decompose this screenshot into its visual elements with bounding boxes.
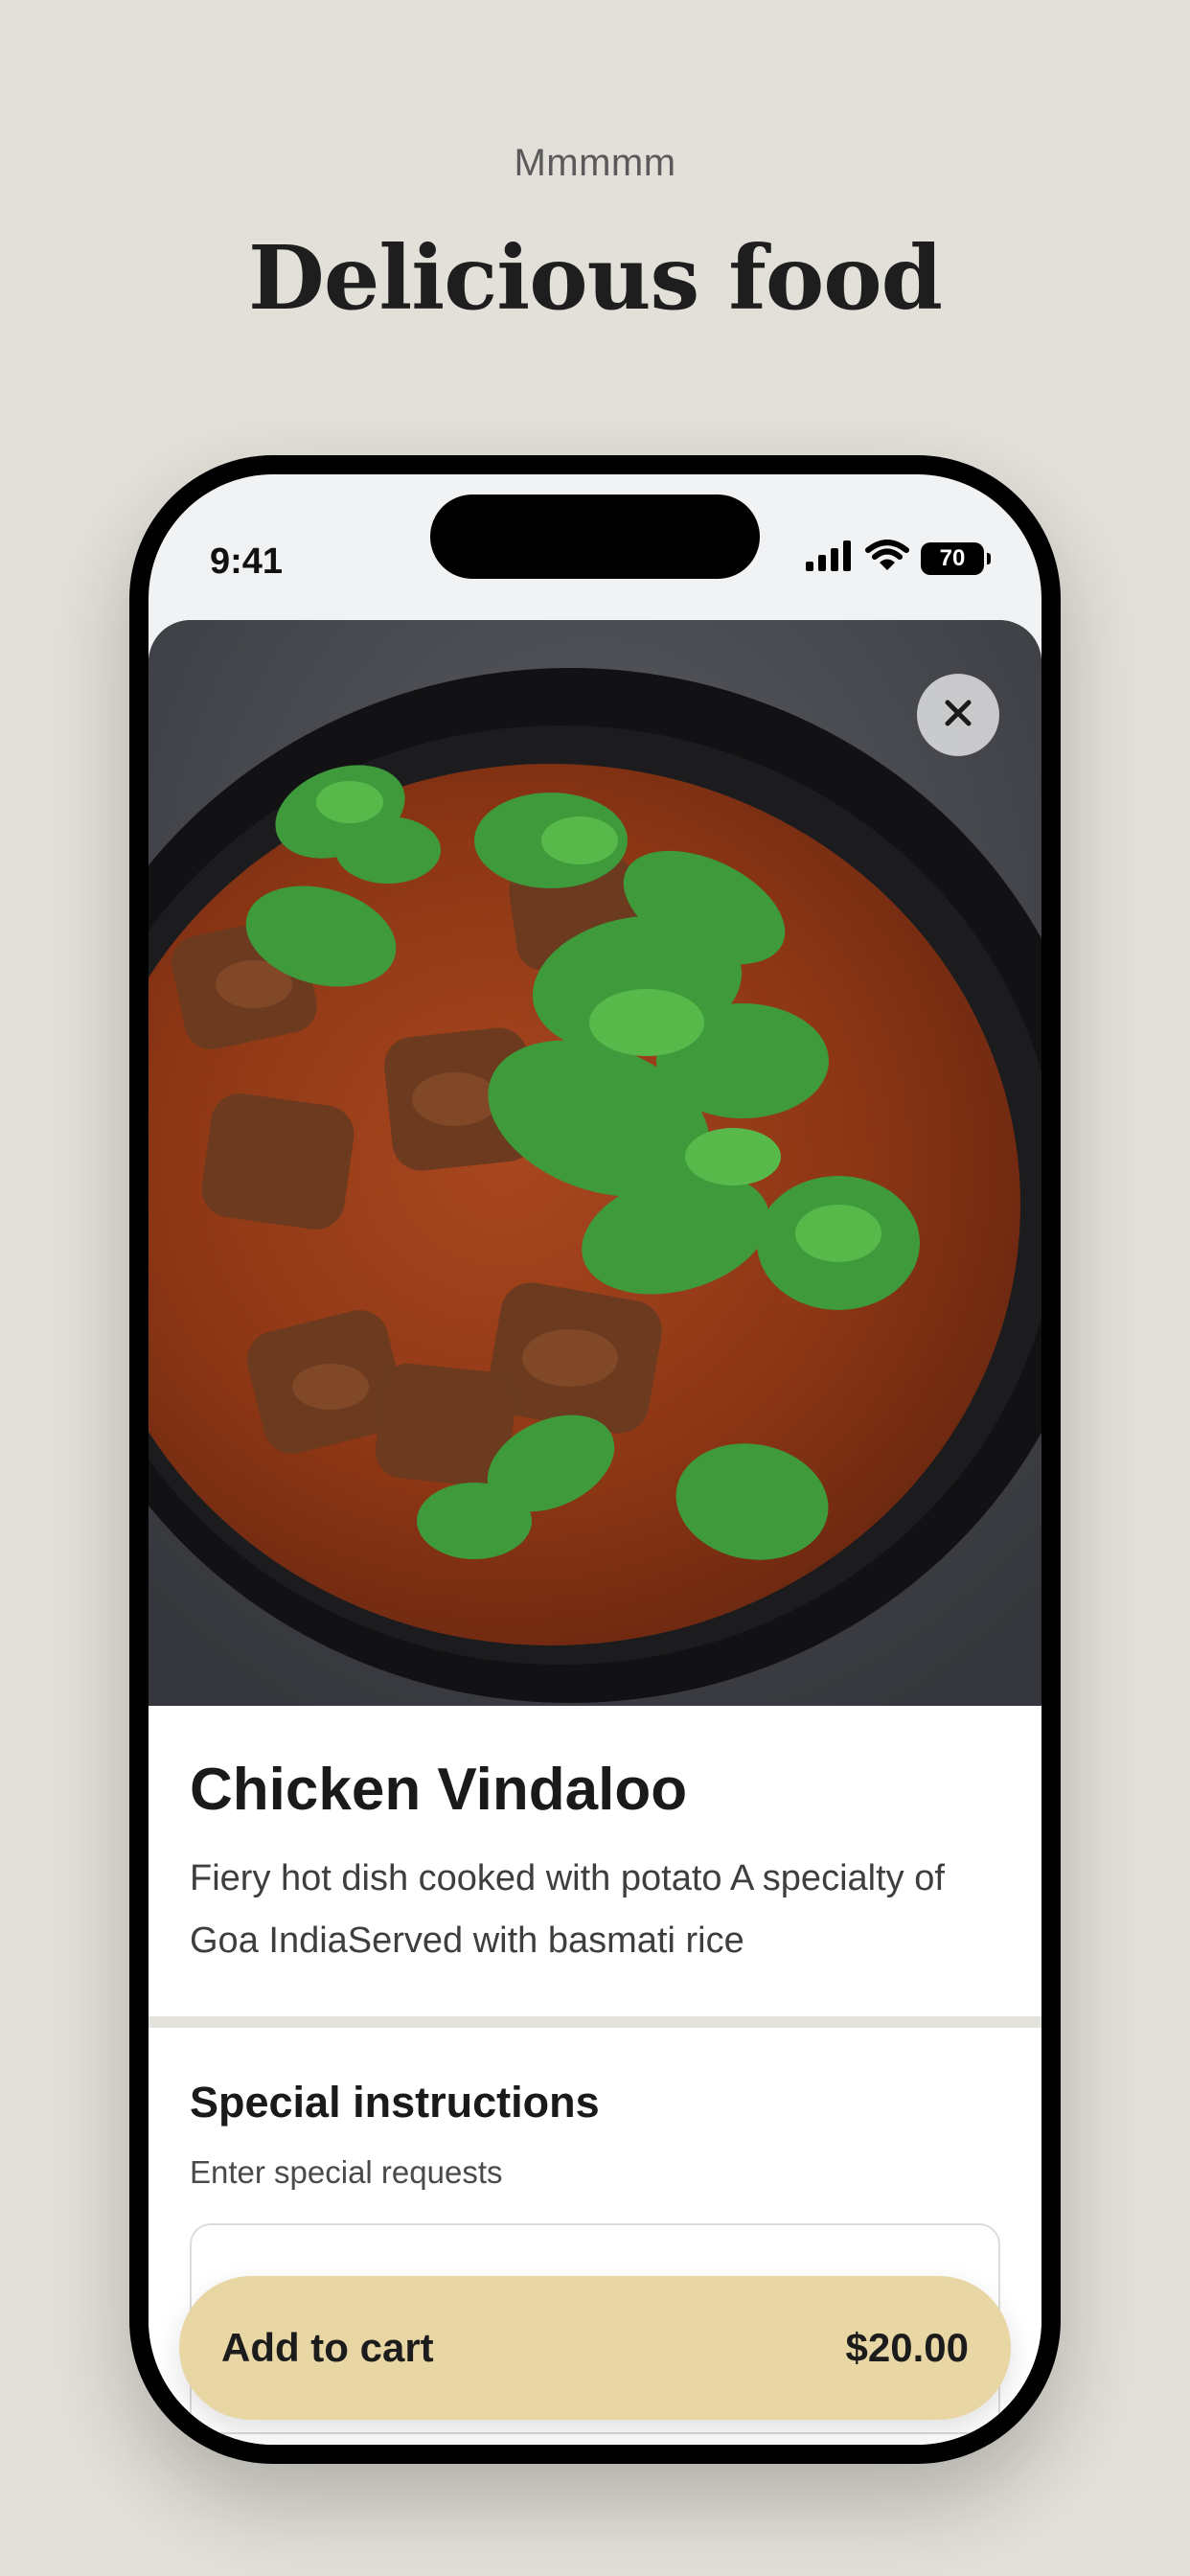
wifi-icon [865,540,909,577]
battery-level: 70 [939,544,966,571]
dynamic-island [430,494,760,579]
curry-illustration [149,620,1041,1706]
item-name: Chicken Vindaloo [190,1757,688,1823]
item-description: Fiery hot dish cooked with potato A spec… [190,1858,945,1961]
status-bar: 9:41 70 [149,474,1041,618]
signal-icon [806,540,854,576]
instructions-help-text: Enter special requests [190,2154,503,2190]
add-to-cart-button[interactable]: Add to cart $20.00 [179,2276,1011,2420]
phone-frame: 9:41 70 Chicken Vindaloo Fiery hot dish … [129,455,1061,2464]
food-photo [149,620,1041,1706]
page-eyebrow: Mmmmm [514,142,676,184]
add-to-cart-label: Add to cart [221,2325,434,2370]
section-divider [149,2016,1041,2028]
cart-price: $20.00 [845,2325,969,2370]
status-icons: 70 [806,540,991,577]
phone-screen: 9:41 70 Chicken Vindaloo Fiery hot dish … [149,474,1041,2445]
close-button[interactable] [917,674,999,756]
status-time: 9:41 [210,541,284,582]
close-icon [944,699,973,732]
battery-icon: 70 [921,541,991,575]
instructions-title: Special instructions [190,2078,600,2127]
page-headline: Delicious food [248,226,943,330]
